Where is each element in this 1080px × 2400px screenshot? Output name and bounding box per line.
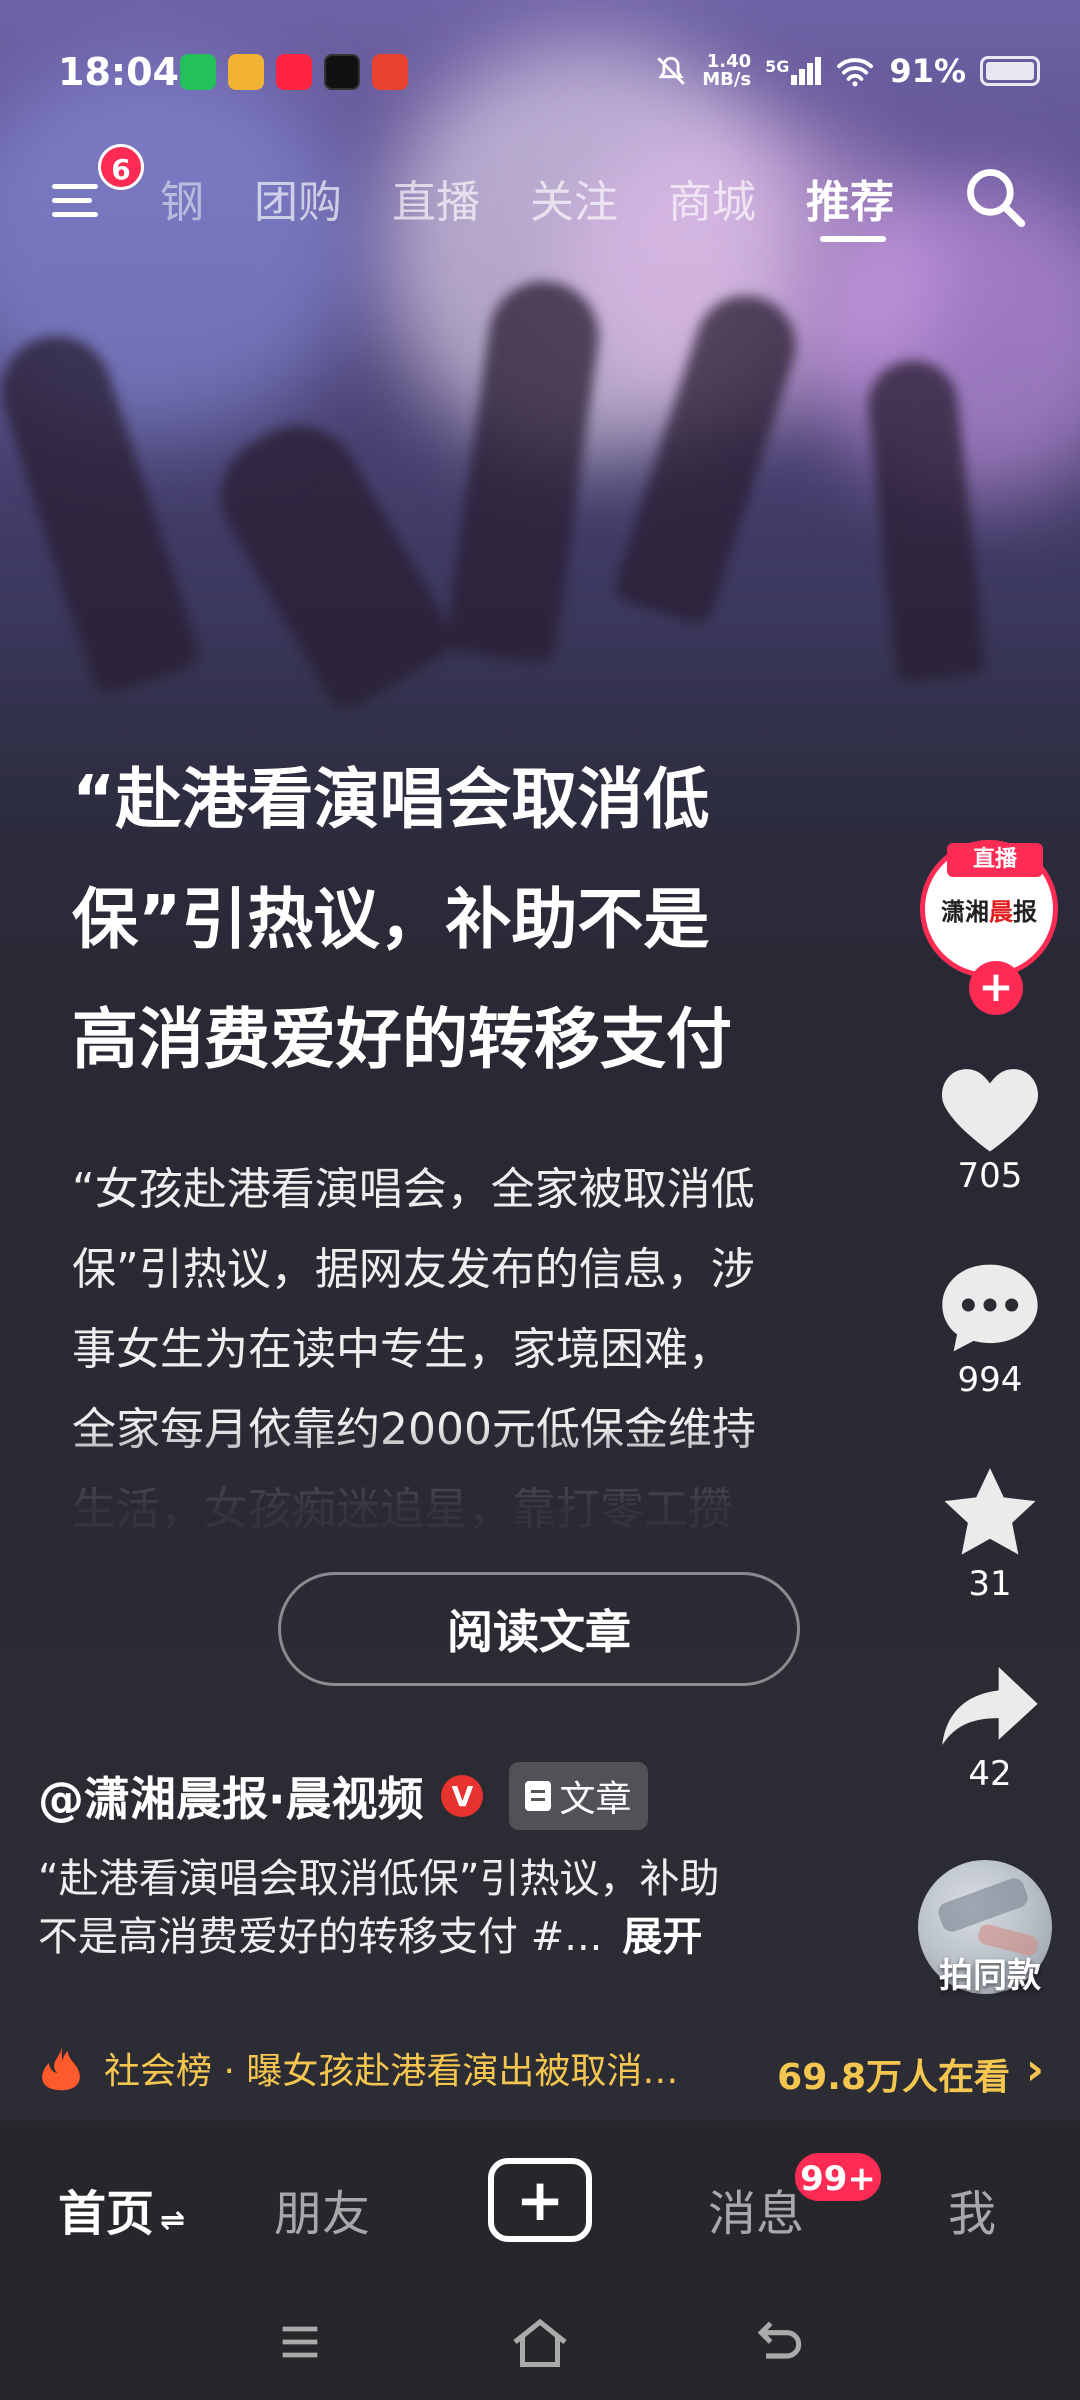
app-notification-icon — [372, 54, 408, 90]
recents-icon[interactable] — [274, 2316, 326, 2368]
weibo-icon — [228, 54, 264, 90]
article-excerpt: “女孩赴港看演唱会，全家被取消低 保”引热议，据网友发布的信息，涉 事女生为在读… — [72, 1164, 756, 1530]
create-button[interactable]: + — [488, 2158, 592, 2242]
document-icon — [525, 1781, 552, 1811]
comment-icon — [942, 1264, 1038, 1352]
nav-me[interactable]: 我 — [948, 2174, 996, 2244]
fire-icon — [42, 2045, 80, 2091]
menu-button[interactable] — [48, 168, 108, 228]
wifi-icon — [837, 58, 874, 87]
xiaohongshu-icon — [276, 54, 312, 90]
switch-icon: ⇌ — [160, 2203, 186, 2238]
menu-badge: 6 — [98, 144, 144, 190]
comment-button[interactable]: 994 — [920, 1260, 1060, 1400]
status-bar: 18:04 1.40 MB/s 5G 91% — [0, 0, 1080, 150]
home-icon[interactable] — [510, 2314, 570, 2370]
heart-icon — [941, 1069, 1039, 1152]
net-speed: 1.40 MB/s — [702, 51, 752, 90]
chevron-right-icon: › — [1025, 2044, 1044, 2095]
share-button[interactable]: 42 — [920, 1662, 1060, 1794]
signal-icon: 5G — [765, 57, 822, 85]
battery-icon — [980, 56, 1040, 86]
like-button[interactable]: 705 — [920, 1060, 1060, 1196]
author-row: @潇湘晨报·晨视频 V 文章 — [38, 1762, 648, 1830]
tiktok-icon — [324, 54, 360, 90]
tab-following[interactable]: 关注 — [530, 166, 618, 230]
tab-mall[interactable]: 商城 — [668, 166, 756, 230]
live-badge: 直播 — [947, 843, 1043, 877]
tab-live[interactable]: 直播 — [392, 166, 480, 230]
top-nav: 6 钢 团购 直播 关注 商城 推荐 — [0, 144, 1080, 250]
article-headline: “赴港看演唱会取消低 保”引热议，补助不是 高消费爱好的转移支付 — [72, 761, 732, 1078]
author-avatar[interactable]: 潇湘晨报 直播 + — [920, 840, 1058, 1015]
favorite-count: 31 — [968, 1564, 1012, 1604]
mute-icon — [657, 56, 685, 85]
favorite-button[interactable]: 31 — [920, 1464, 1060, 1604]
system-nav-bar — [0, 2292, 1080, 2400]
tab-recommend[interactable]: 推荐 — [806, 166, 894, 230]
star-icon — [944, 1468, 1036, 1555]
nav-home[interactable]: 首页 ⇌ — [58, 2174, 185, 2244]
follow-button[interactable]: + — [969, 961, 1023, 1015]
battery-percent: 91% — [889, 52, 966, 90]
tab-steel[interactable]: 钢 — [160, 166, 204, 230]
nav-messages[interactable]: 消息 — [708, 2174, 804, 2244]
expand-link[interactable]: 展开 — [622, 1914, 702, 1960]
share-arrow-icon — [942, 1667, 1038, 1745]
messages-badge: 99+ — [792, 2150, 884, 2204]
wechat-icon — [180, 54, 216, 90]
viewer-count: 69.8万人在看 — [777, 2057, 1010, 2098]
post-caption[interactable]: “赴港看演唱会取消低保”引热议，补助 不是高消费爱好的转移支付 #... 展开 — [38, 1850, 838, 1966]
read-article-button[interactable]: 阅读文章 — [278, 1572, 800, 1686]
back-icon[interactable] — [752, 2314, 808, 2370]
search-icon[interactable] — [962, 164, 1030, 232]
author-name[interactable]: @潇湘晨报·晨视频 — [38, 1763, 423, 1829]
verified-icon: V — [441, 1775, 484, 1817]
nav-friends[interactable]: 朋友 — [274, 2174, 370, 2244]
bottom-nav: 首页 ⇌ 朋友 + 消息 99+ 我 — [0, 2122, 1080, 2292]
comment-count: 994 — [957, 1360, 1023, 1400]
article-type-tag: 文章 — [509, 1762, 648, 1830]
status-time: 18:04 — [58, 50, 179, 94]
hot-topic-text: 社会榜 · 曝女孩赴港看演出被取消… — [104, 2051, 679, 2092]
share-count: 42 — [968, 1754, 1012, 1794]
same-style-label[interactable]: 拍同款 — [920, 1948, 1060, 1997]
like-count: 705 — [957, 1156, 1023, 1196]
active-tab-indicator — [820, 236, 886, 242]
tab-group-buy[interactable]: 团购 — [254, 166, 342, 230]
hot-topic-bar[interactable]: 社会榜 · 曝女孩赴港看演出被取消… 69.8万人在看 › — [0, 2030, 1080, 2106]
